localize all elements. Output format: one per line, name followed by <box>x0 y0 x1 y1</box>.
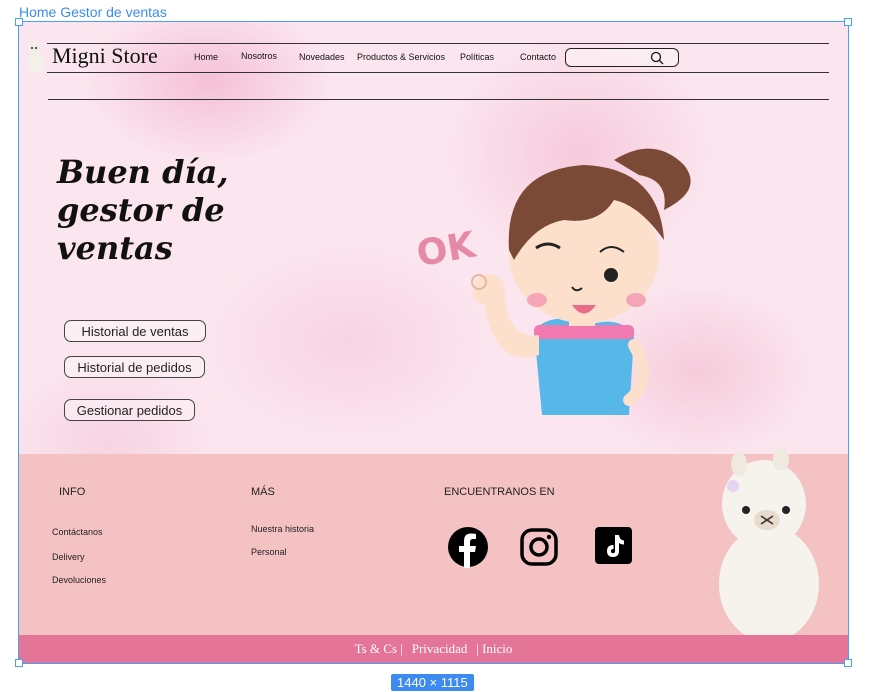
ok-text: OK <box>414 224 480 275</box>
search-input[interactable] <box>565 48 679 67</box>
alpaca-logo-icon[interactable] <box>25 40 47 74</box>
footer-link-devoluciones[interactable]: Devoluciones <box>52 575 106 585</box>
ok-girl-illustration: OK <box>414 148 691 415</box>
page-frame[interactable]: Migni Store Home Nosotros Novedades Prod… <box>18 21 849 664</box>
frame-size-badge: 1440 × 1115 <box>391 674 474 691</box>
nav-novedades[interactable]: Novedades <box>299 52 345 62</box>
header-bottom-line <box>47 72 829 73</box>
header-top-line <box>47 43 829 44</box>
link-privacy[interactable]: Privacidad <box>412 641 468 657</box>
footer-link-personal[interactable]: Personal <box>251 547 287 557</box>
header-divider <box>48 99 829 100</box>
resize-handle-top-right[interactable] <box>844 18 852 26</box>
link-terms[interactable]: Ts & Cs | <box>355 641 403 657</box>
footer-link-delivery[interactable]: Delivery <box>52 552 85 562</box>
footer: INFO Contáctanos Delivery Devoluciones M… <box>19 447 848 642</box>
brand-name[interactable]: Migni Store <box>52 43 158 69</box>
frame-label: Home Gestor de ventas <box>19 4 167 20</box>
nav-home[interactable]: Home <box>194 52 218 62</box>
footer-link-contactanos[interactable]: Contáctanos <box>52 527 103 537</box>
orders-history-button[interactable]: Historial de pedidos <box>64 356 205 378</box>
nav-nosotros[interactable]: Nosotros <box>241 51 277 61</box>
tiktok-icon[interactable] <box>595 527 632 564</box>
manage-orders-button[interactable]: Gestionar pedidos <box>64 399 195 421</box>
resize-handle-top-left[interactable] <box>15 18 23 26</box>
alpaca-illustration <box>719 447 819 642</box>
nav-productos-servicios[interactable]: Productos & Servicios <box>357 52 445 62</box>
link-inicio[interactable]: | Inicio <box>476 641 512 657</box>
resize-handle-bottom-left[interactable] <box>15 659 23 667</box>
footer-link-nuestra-historia[interactable]: Nuestra historia <box>251 524 314 534</box>
search-icon[interactable] <box>650 51 664 65</box>
bottom-bar: Ts & Cs | Privacidad | Inicio <box>19 635 848 663</box>
instagram-icon[interactable] <box>520 527 558 567</box>
nav-politicas[interactable]: Políticas <box>460 52 494 62</box>
sales-history-button[interactable]: Historial de ventas <box>64 320 206 342</box>
greeting-heading: Buen día, gestor de ventas <box>57 153 229 267</box>
facebook-icon[interactable] <box>447 526 489 568</box>
footer-social-title: ENCUENTRANOS EN <box>444 486 555 498</box>
footer-info-title: INFO <box>59 486 86 498</box>
footer-mas-title: MÁS <box>251 486 275 498</box>
nav-contacto[interactable]: Contacto <box>520 52 556 62</box>
resize-handle-bottom-right[interactable] <box>844 659 852 667</box>
